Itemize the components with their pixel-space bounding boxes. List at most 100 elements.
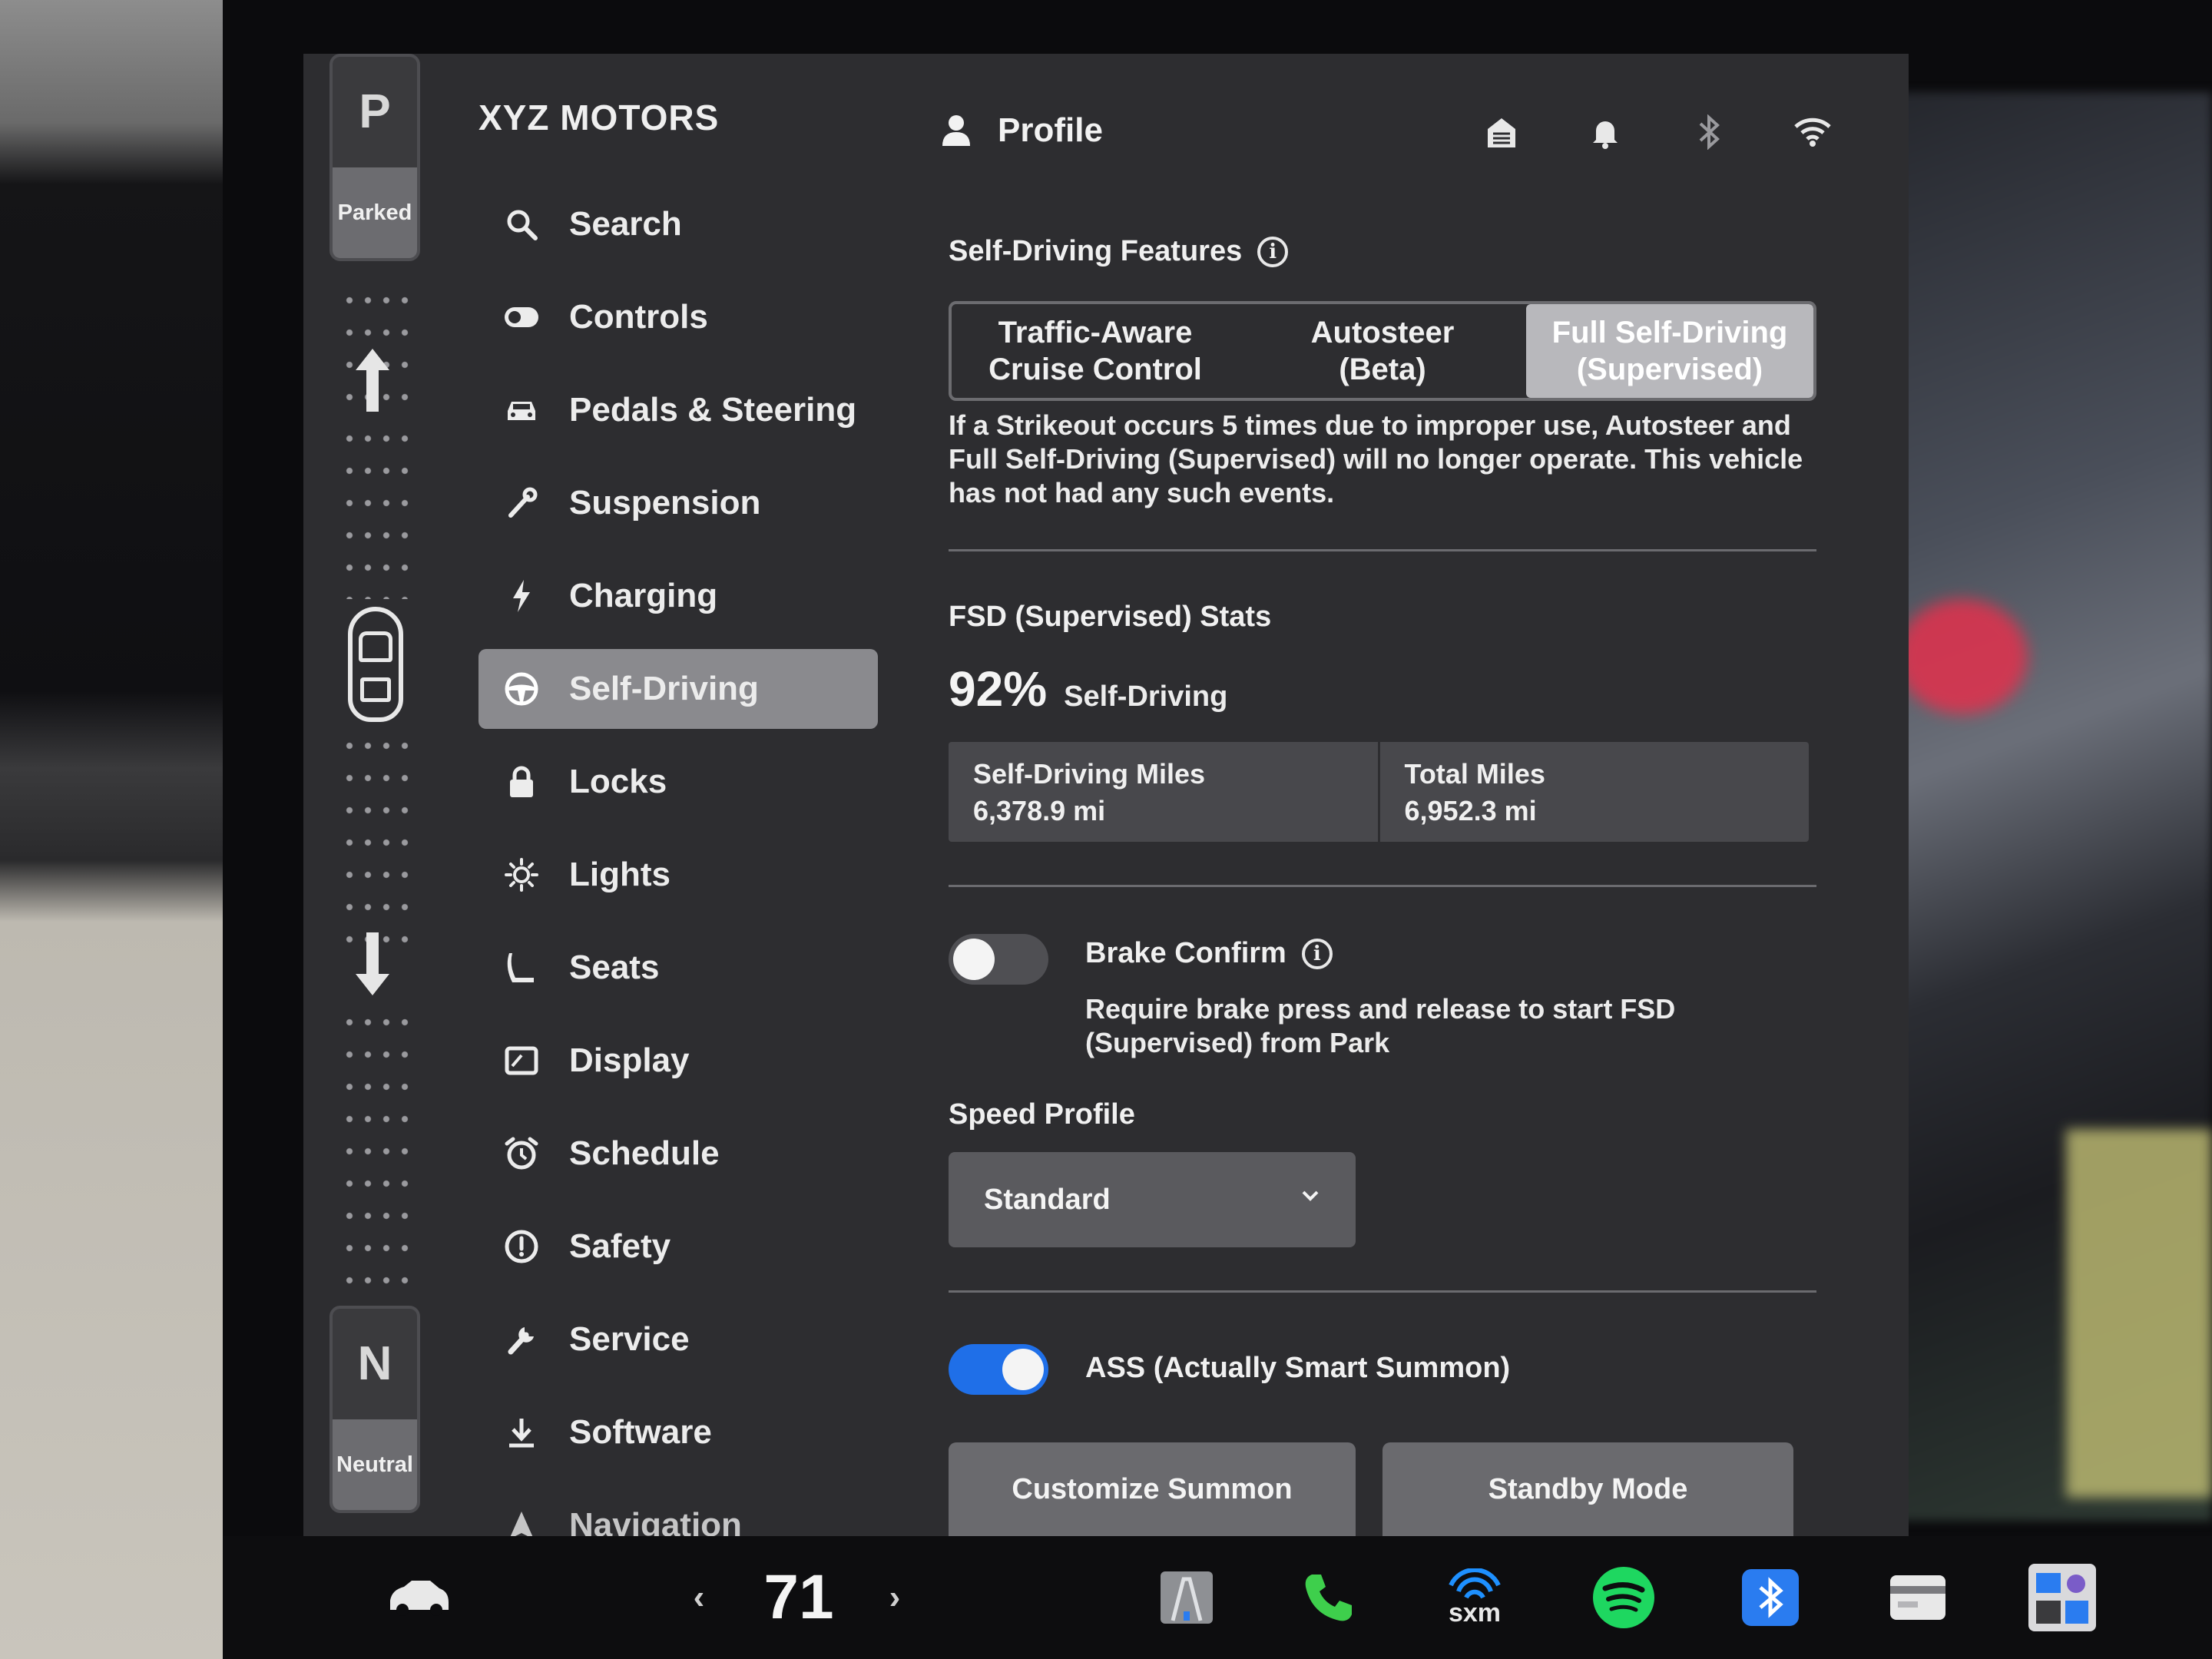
bluetooth-icon[interactable] [1740, 1567, 1801, 1628]
spotify-icon[interactable] [1590, 1567, 1657, 1628]
nav-item-charging[interactable]: Charging [478, 556, 878, 636]
siriusxm-icon[interactable]: sxm [1440, 1567, 1509, 1628]
gear-selector[interactable]: P Parked N Neutral [314, 54, 429, 1536]
info-icon[interactable]: i [1301, 938, 1333, 969]
nav-item-label: Safety [569, 1227, 671, 1265]
lock-icon [502, 762, 541, 802]
info-icon[interactable]: i [1257, 236, 1289, 267]
nav-item-locks[interactable]: Locks [478, 742, 878, 822]
wifi-icon[interactable] [1790, 109, 1836, 155]
section-title-text: Self-Driving Features [949, 235, 1243, 267]
chevron-left-icon[interactable]: ‹ [684, 1567, 714, 1628]
search-icon [502, 204, 541, 244]
self-driving-percent: 92% Self-Driving [949, 661, 1227, 717]
nav-item-lights[interactable]: Lights [478, 835, 878, 915]
nav-item-software[interactable]: Software [478, 1392, 878, 1472]
nav-item-label: Service [569, 1320, 690, 1358]
nav-item-suspension[interactable]: Suspension [478, 463, 878, 543]
gear-dots [340, 422, 414, 599]
bell-icon[interactable] [1582, 109, 1628, 155]
car-icon[interactable] [384, 1567, 453, 1628]
arrow-up-icon [356, 349, 389, 412]
nav-item-pedals-steering[interactable]: Pedals & Steering [478, 370, 878, 450]
gear-dots [340, 1006, 414, 1344]
ass-toggle[interactable] [949, 1344, 1048, 1395]
gear-neutral[interactable]: N Neutral [329, 1306, 420, 1513]
seg-full-self-driving[interactable]: Full Self-Driving (Supervised) [1526, 304, 1813, 398]
brand-title: XYZ MOTORS [478, 98, 720, 137]
alarm-icon [502, 1134, 541, 1174]
arrow-down-icon [356, 932, 389, 995]
nav-item-label: Lights [569, 856, 671, 893]
nav-item-label: Pedals & Steering [569, 391, 857, 429]
gear-state-label: Parked [333, 167, 417, 258]
brake-confirm-description: Require brake press and release to start… [1085, 993, 1676, 1058]
background-interior [0, 0, 230, 1659]
navigation-arrow-icon [502, 1505, 541, 1536]
bluetooth-icon[interactable] [1686, 109, 1732, 155]
autopilot-icon[interactable] [1156, 1567, 1217, 1628]
brake-confirm-toggle[interactable] [949, 934, 1048, 985]
steering-wheel-icon [502, 669, 541, 709]
car-icon [502, 390, 541, 430]
nav-item-seats[interactable]: Seats [478, 928, 878, 1008]
divider [949, 549, 1816, 551]
section-title-text: Brake Confirm [1085, 937, 1286, 969]
stat-value: 6,378.9 mi [973, 795, 1106, 826]
nav-item-service[interactable]: Service [478, 1300, 878, 1379]
nav-item-label: Locks [569, 763, 667, 800]
sxm-label: sxm [1448, 1598, 1502, 1628]
seat-icon [502, 948, 541, 988]
nav-item-display[interactable]: Display [478, 1021, 878, 1101]
self-driving-features-title: Self-Driving Features i [949, 235, 1289, 268]
temperature-display[interactable]: 71 [753, 1562, 845, 1632]
settings-nav: Search Controls Pedals & Steering Suspen… [478, 184, 878, 1536]
display-icon [502, 1041, 541, 1081]
chevron-right-icon[interactable]: › [879, 1567, 910, 1628]
brake-confirm-title: Brake Confirm i [1085, 937, 1333, 970]
nav-item-label: Seats [569, 949, 660, 986]
nav-item-navigation[interactable]: Navigation [478, 1485, 878, 1536]
garage-icon[interactable] [1479, 109, 1525, 155]
speed-profile-select[interactable]: Standard [949, 1152, 1356, 1247]
gear-letter: N [357, 1337, 392, 1390]
nav-item-self-driving[interactable]: Self-Driving [478, 649, 878, 729]
stat-value: 6,952.3 mi [1404, 795, 1537, 826]
nav-item-label: Self-Driving [569, 670, 759, 707]
dashcam-icon[interactable] [2024, 1564, 2101, 1631]
seg-autosteer-beta[interactable]: Autosteer (Beta) [1239, 304, 1526, 398]
taskbar: ‹ 71 › sxm [223, 1536, 2212, 1659]
ass-title: ASS (Actually Smart Summon) [1085, 1352, 1511, 1384]
card-icon[interactable] [1886, 1567, 1950, 1628]
nav-item-label: Schedule [569, 1134, 720, 1172]
stat-label: Self-Driving Miles [973, 758, 1206, 790]
nav-item-schedule[interactable]: Schedule [478, 1114, 878, 1194]
nav-item-controls[interactable]: Controls [478, 277, 878, 357]
lightning-icon [502, 576, 541, 616]
customize-summon-button[interactable]: Customize Summon [949, 1442, 1356, 1536]
stat-label: Total Miles [1404, 758, 1545, 790]
speed-profile-title: Speed Profile [949, 1098, 1135, 1131]
seg-traffic-aware-cruise-control[interactable]: Traffic-Aware Cruise Control [952, 304, 1239, 398]
nav-item-search[interactable]: Search [478, 184, 878, 264]
nav-item-label: Suspension [569, 484, 761, 522]
select-value: Standard [984, 1183, 1111, 1216]
divider [949, 1290, 1816, 1293]
wrench-icon [502, 483, 541, 523]
nav-item-label: Controls [569, 298, 708, 336]
phone-icon[interactable] [1298, 1567, 1359, 1628]
self-driving-mode-selector[interactable]: Traffic-Aware Cruise Control Autosteer (… [949, 301, 1816, 401]
person-icon [942, 115, 970, 146]
settings-screen: P Parked N Neutral XYZ MOTORS Search Con… [303, 54, 1909, 1536]
gear-state-label: Neutral [333, 1419, 417, 1510]
nav-item-safety[interactable]: Safety [478, 1207, 878, 1286]
nav-item-label: Navigation [569, 1506, 742, 1536]
camera-feed-highlight [1897, 599, 2028, 714]
gear-park[interactable]: P Parked [329, 54, 420, 261]
nav-item-label: Software [569, 1413, 712, 1451]
status-icons [1479, 109, 1836, 155]
standby-mode-button[interactable]: Standby Mode [1382, 1442, 1793, 1536]
nav-item-label: Charging [569, 577, 718, 614]
profile-button[interactable]: Profile [941, 100, 1103, 161]
toggle-knob [1002, 1349, 1044, 1390]
